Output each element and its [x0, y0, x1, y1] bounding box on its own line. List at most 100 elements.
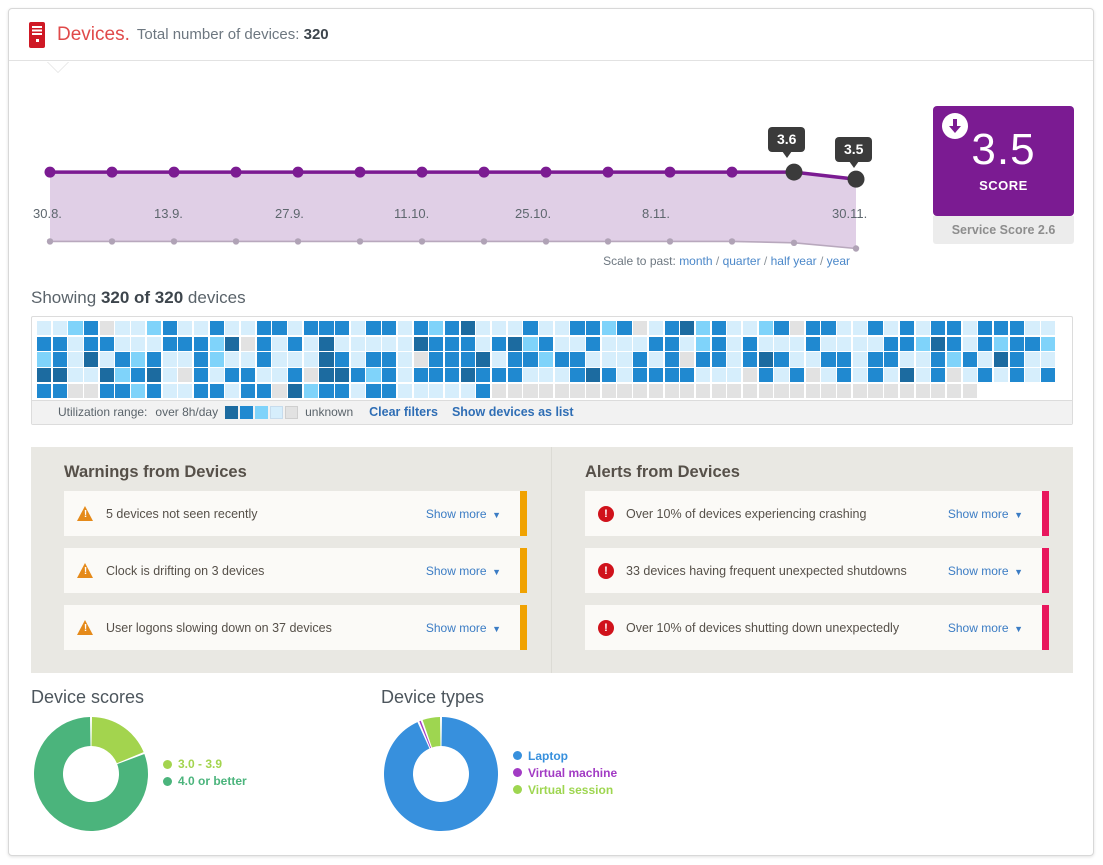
device-tile[interactable]	[523, 321, 538, 336]
device-tile[interactable]	[178, 336, 193, 351]
scale-option-quarter[interactable]: quarter	[723, 254, 761, 268]
device-tile[interactable]	[805, 383, 820, 398]
device-tile[interactable]	[209, 321, 224, 336]
show-more-link[interactable]: Show more ▼	[948, 564, 1023, 578]
device-tile[interactable]	[366, 321, 381, 336]
device-tile[interactable]	[1041, 336, 1056, 351]
device-tile[interactable]	[633, 368, 648, 383]
device-tile[interactable]	[664, 336, 679, 351]
device-tile[interactable]	[868, 336, 883, 351]
device-tile[interactable]	[570, 352, 585, 367]
device-tile[interactable]	[837, 321, 852, 336]
device-tile[interactable]	[742, 383, 758, 398]
device-tile[interactable]	[209, 336, 224, 351]
device-tile[interactable]	[946, 336, 962, 351]
device-tile[interactable]	[288, 352, 303, 367]
device-tile[interactable]	[727, 368, 742, 383]
device-tile[interactable]	[476, 336, 491, 351]
device-tile[interactable]	[680, 368, 695, 383]
device-tile[interactable]	[350, 352, 365, 367]
device-tile[interactable]	[37, 383, 52, 398]
device-tile[interactable]	[774, 368, 789, 383]
device-tile[interactable]	[131, 336, 146, 351]
device-tile[interactable]	[586, 336, 601, 351]
device-tile[interactable]	[1041, 352, 1056, 367]
device-tile[interactable]	[319, 368, 334, 383]
service-trend-point[interactable]	[542, 238, 550, 245]
device-tile[interactable]	[507, 383, 522, 398]
device-tile[interactable]	[37, 336, 52, 351]
device-tile[interactable]	[570, 336, 585, 351]
device-tile[interactable]	[288, 336, 303, 351]
device-tile[interactable]	[664, 352, 679, 367]
device-tile[interactable]	[962, 321, 977, 336]
device-tile[interactable]	[946, 352, 962, 367]
device-tile[interactable]	[84, 368, 99, 383]
device-tile[interactable]	[523, 352, 538, 367]
service-trend-point[interactable]	[294, 238, 302, 245]
device-tile[interactable]	[758, 368, 773, 383]
device-tile[interactable]	[319, 383, 334, 398]
device-tile[interactable]	[711, 383, 726, 398]
device-tile[interactable]	[946, 368, 962, 383]
device-tile[interactable]	[915, 336, 930, 351]
device-tile[interactable]	[460, 383, 475, 398]
device-tile[interactable]	[601, 352, 616, 367]
donut-legend-item[interactable]: 4.0 or better	[163, 774, 247, 788]
device-tile[interactable]	[288, 383, 303, 398]
device-tile[interactable]	[115, 336, 130, 351]
device-tile[interactable]	[711, 368, 726, 383]
device-tile[interactable]	[429, 336, 444, 351]
legend-swatch[interactable]	[225, 405, 239, 419]
device-tile[interactable]	[680, 321, 695, 336]
device-tile[interactable]	[633, 383, 648, 398]
device-tile[interactable]	[617, 383, 632, 398]
device-tile[interactable]	[288, 368, 303, 383]
device-tile[interactable]	[554, 368, 569, 383]
device-tile[interactable]	[648, 321, 663, 336]
device-tile[interactable]	[37, 321, 52, 336]
device-tile[interactable]	[413, 352, 428, 367]
device-tile[interactable]	[162, 336, 177, 351]
device-tile[interactable]	[162, 352, 177, 367]
service-trend-point[interactable]	[356, 238, 364, 245]
device-tile[interactable]	[852, 321, 867, 336]
device-tile[interactable]	[601, 321, 616, 336]
service-trend-point[interactable]	[170, 238, 178, 245]
device-tile[interactable]	[993, 352, 1009, 367]
device-tile[interactable]	[476, 352, 491, 367]
device-tile[interactable]	[366, 383, 381, 398]
warning-item[interactable]: User logons slowing down on 37 devices Sh…	[64, 605, 527, 650]
device-tile[interactable]	[335, 352, 350, 367]
device-tile[interactable]	[507, 368, 522, 383]
donut-legend-item[interactable]: Laptop	[513, 749, 617, 763]
device-tile[interactable]	[491, 352, 507, 367]
device-tile[interactable]	[99, 383, 114, 398]
device-tile[interactable]	[837, 368, 852, 383]
device-tile[interactable]	[790, 368, 805, 383]
device-tile[interactable]	[680, 336, 695, 351]
device-tile[interactable]	[240, 383, 256, 398]
device-tile[interactable]	[272, 336, 287, 351]
device-tile[interactable]	[601, 336, 616, 351]
device-tile[interactable]	[648, 352, 663, 367]
device-tile[interactable]	[570, 368, 585, 383]
service-trend-point[interactable]	[232, 238, 240, 245]
legend-swatch[interactable]	[285, 405, 299, 419]
trend-point[interactable]	[292, 166, 304, 178]
device-tile[interactable]	[256, 383, 271, 398]
device-tile[interactable]	[539, 321, 554, 336]
device-tile[interactable]	[695, 383, 711, 398]
device-tile[interactable]	[931, 368, 946, 383]
show-more-link[interactable]: Show more ▼	[426, 621, 501, 635]
trend-point[interactable]	[168, 166, 180, 178]
show-more-link[interactable]: Show more ▼	[426, 507, 501, 521]
device-tile[interactable]	[491, 368, 507, 383]
device-tile[interactable]	[993, 368, 1009, 383]
device-tile[interactable]	[225, 383, 240, 398]
device-tile[interactable]	[837, 352, 852, 367]
device-tile[interactable]	[758, 336, 773, 351]
device-tile[interactable]	[884, 336, 899, 351]
device-tile[interactable]	[429, 368, 444, 383]
device-tile[interactable]	[319, 321, 334, 336]
